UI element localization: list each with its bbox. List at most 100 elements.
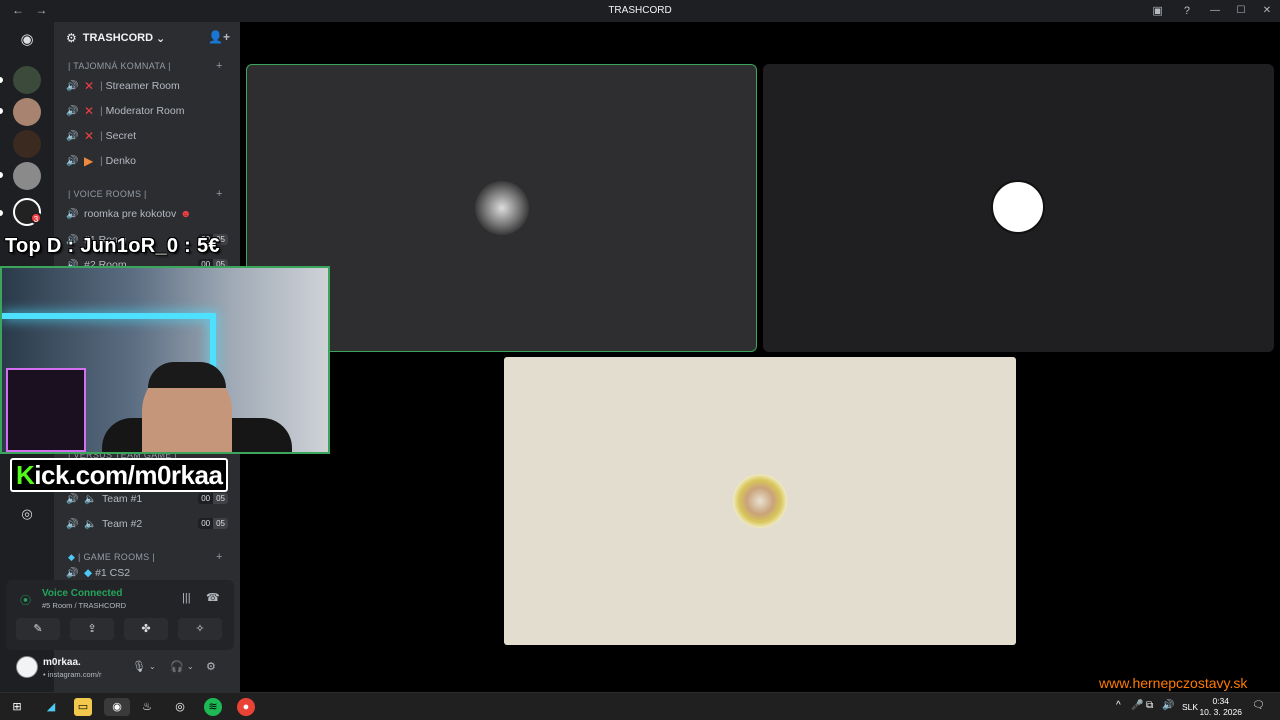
emoji-icon: ☻ xyxy=(180,208,192,220)
category-voice[interactable]: | VOICE ROOMS | + xyxy=(68,188,222,200)
speaker-icon: 🔊 xyxy=(66,208,79,220)
channel-cs2[interactable]: 🔊 ◆ #1 CS2 xyxy=(66,567,232,579)
participant-avatar xyxy=(475,181,529,235)
category-label: | GAME ROOMS | xyxy=(78,552,155,562)
volume-icon[interactable]: 🔊 xyxy=(1162,700,1174,711)
channel-moderator-room[interactable]: 🔊 ✕ | Moderator Room xyxy=(66,101,232,121)
spotify-icon[interactable]: ≋ xyxy=(204,698,222,716)
activities-button[interactable]: ✤ xyxy=(124,618,168,640)
steam-icon[interactable]: ♨ xyxy=(138,698,156,716)
add-channel-icon[interactable]: + xyxy=(216,60,223,72)
channel-secret[interactable]: 🔊 ✕ | Secret xyxy=(66,126,232,146)
participant-tile[interactable] xyxy=(763,64,1274,352)
discord-taskbar-icon[interactable]: ◉ xyxy=(104,698,130,716)
tray-chevron-icon[interactable]: ^ xyxy=(1116,700,1121,711)
channel-team-1[interactable]: 🔊 🔈 Team #1 00 05 xyxy=(66,489,232,509)
user-limit: 00 05 xyxy=(198,493,228,504)
help-icon[interactable]: ? xyxy=(1184,5,1190,17)
channel-denko[interactable]: 🔊 ▶ | Denko xyxy=(66,151,232,171)
headphones-icon[interactable]: 🎧 xyxy=(170,660,184,673)
home-icon[interactable]: ◉ xyxy=(13,26,41,54)
category-secret[interactable]: | TAJOMNÁ KOMNATA | + xyxy=(68,60,222,72)
speaker-icon: 🔈 xyxy=(84,518,97,530)
disconnect-icon[interactable]: ☎ xyxy=(206,591,220,604)
add-channel-icon[interactable]: + xyxy=(216,188,223,200)
server-icon-3[interactable] xyxy=(13,130,41,158)
obs-icon[interactable]: ◎ xyxy=(171,698,189,716)
channel-label: Streamer Room xyxy=(105,80,180,92)
browser-icon[interactable]: ◢ xyxy=(42,698,60,716)
camera-button[interactable]: ✎ xyxy=(16,618,60,640)
screen-share-button[interactable]: ⇪ xyxy=(70,618,114,640)
microphone-icon[interactable]: 🎙 xyxy=(132,660,146,673)
channel-label: #1 CS2 xyxy=(95,567,131,579)
streamer-hair xyxy=(148,362,226,388)
category-label: | TAJOMNÁ KOMNATA | xyxy=(68,61,171,71)
guild-icon: ⚙ xyxy=(66,31,77,45)
user-limit: 00 05 xyxy=(198,518,228,529)
window-controls: — ☐ ✕ xyxy=(1202,0,1280,22)
chevron-down-icon[interactable]: ⌄ xyxy=(149,662,156,671)
add-channel-icon[interactable]: + xyxy=(216,551,223,563)
network-icon[interactable]: ⧉ xyxy=(1146,700,1153,711)
noise-suppression-icon[interactable]: ||| xyxy=(182,592,191,604)
diamond-icon: ◆ xyxy=(84,567,93,579)
locked-x-icon: ✕ xyxy=(84,79,95,93)
clock[interactable]: 0:34 10. 3. 2026 xyxy=(1199,696,1242,718)
server-badge: 3 xyxy=(30,212,42,224)
inbox-icon[interactable]: ▣ xyxy=(1152,5,1162,17)
channel-label: roomka pre kokotov xyxy=(84,208,177,220)
participant-avatar xyxy=(991,180,1045,234)
webcam-overlay xyxy=(0,266,330,454)
invite-icon[interactable]: 👤+ xyxy=(208,30,230,44)
speaker-icon: 🔈 xyxy=(84,493,97,505)
close-button[interactable]: ✕ xyxy=(1254,0,1280,22)
server-unread-pill xyxy=(0,172,3,178)
maximize-button[interactable]: ☐ xyxy=(1228,0,1254,22)
voice-connection-panel: ⦿ Voice Connected #5 Room / TRASHCORD ||… xyxy=(6,580,234,650)
microphone-icon[interactable]: 🎤 xyxy=(1131,700,1143,711)
server-icon-1[interactable] xyxy=(13,66,41,94)
channel-roomka[interactable]: 🔊 roomka pre kokotov ☻ xyxy=(66,204,232,224)
chrome-icon[interactable]: ● xyxy=(237,698,255,716)
minimize-button[interactable]: — xyxy=(1202,0,1228,22)
soundboard-button[interactable]: ✧ xyxy=(178,618,222,640)
windows-start-icon[interactable]: ⊞ xyxy=(8,698,26,716)
voice-status[interactable]: Voice Connected xyxy=(42,588,122,599)
top-donation-overlay: Top D : Jun1oR_0 : 5€ xyxy=(5,235,220,257)
chevron-down-icon[interactable]: ⌄ xyxy=(187,662,194,671)
rss-icon: ▶ xyxy=(84,154,94,168)
channel-team-2[interactable]: 🔊 🔈 Team #2 00 05 xyxy=(66,514,232,534)
participant-avatar xyxy=(733,474,787,528)
category-game[interactable]: ◆ | GAME ROOMS | + xyxy=(68,551,222,563)
server-icon-4[interactable] xyxy=(13,162,41,190)
led-strip xyxy=(2,313,212,319)
channel-streamer-room[interactable]: 🔊 ✕ | Streamer Room xyxy=(66,76,232,96)
user-panel: m0rkaa. • instagram.com/r 🎙 ⌄ 🎧 ⌄ ⚙ xyxy=(6,652,234,688)
kick-logo: Kick.com/m0rkaa xyxy=(10,458,229,492)
clock-date: 10. 3. 2026 xyxy=(1199,707,1242,717)
channel-label: Team #1 xyxy=(102,493,143,505)
avatar[interactable] xyxy=(16,656,38,678)
category-label: | VOICE ROOMS | xyxy=(68,189,147,199)
username[interactable]: m0rkaa. xyxy=(43,657,81,668)
voice-location[interactable]: #5 Room / TRASHCORD xyxy=(42,601,126,610)
signal-icon[interactable]: ⦿ xyxy=(20,592,31,608)
explore-icon[interactable]: ◎ xyxy=(13,500,41,528)
folder-icon[interactable]: ▭ xyxy=(74,698,92,716)
server-icon-2[interactable] xyxy=(13,98,41,126)
notifications-icon[interactable]: 🗨 xyxy=(1252,700,1265,711)
locked-x-icon: ✕ xyxy=(84,129,95,143)
diamond-icon: ◆ xyxy=(68,552,76,562)
server-unread-pill xyxy=(0,210,3,216)
channel-label: Denko xyxy=(105,155,137,167)
channel-label: Secret xyxy=(105,130,137,142)
speaker-icon: 🔊 xyxy=(66,105,79,117)
gear-icon[interactable]: ⚙ xyxy=(206,660,216,673)
speaker-icon: 🔊 xyxy=(66,518,79,530)
participant-tile[interactable] xyxy=(504,357,1016,645)
taskbar: ⊞ ◢ ▭ ◉ ♨ ◎ ≋ ● ^ 🎤 ⧉ 🔊 SLK 0:34 10. 3. … xyxy=(0,692,1280,720)
language-indicator[interactable]: SLK xyxy=(1182,702,1198,712)
guild-header[interactable]: ⚙ TRASHCORD ⌄ 👤+ xyxy=(54,22,240,54)
window-title: TRASHCORD xyxy=(608,5,672,16)
